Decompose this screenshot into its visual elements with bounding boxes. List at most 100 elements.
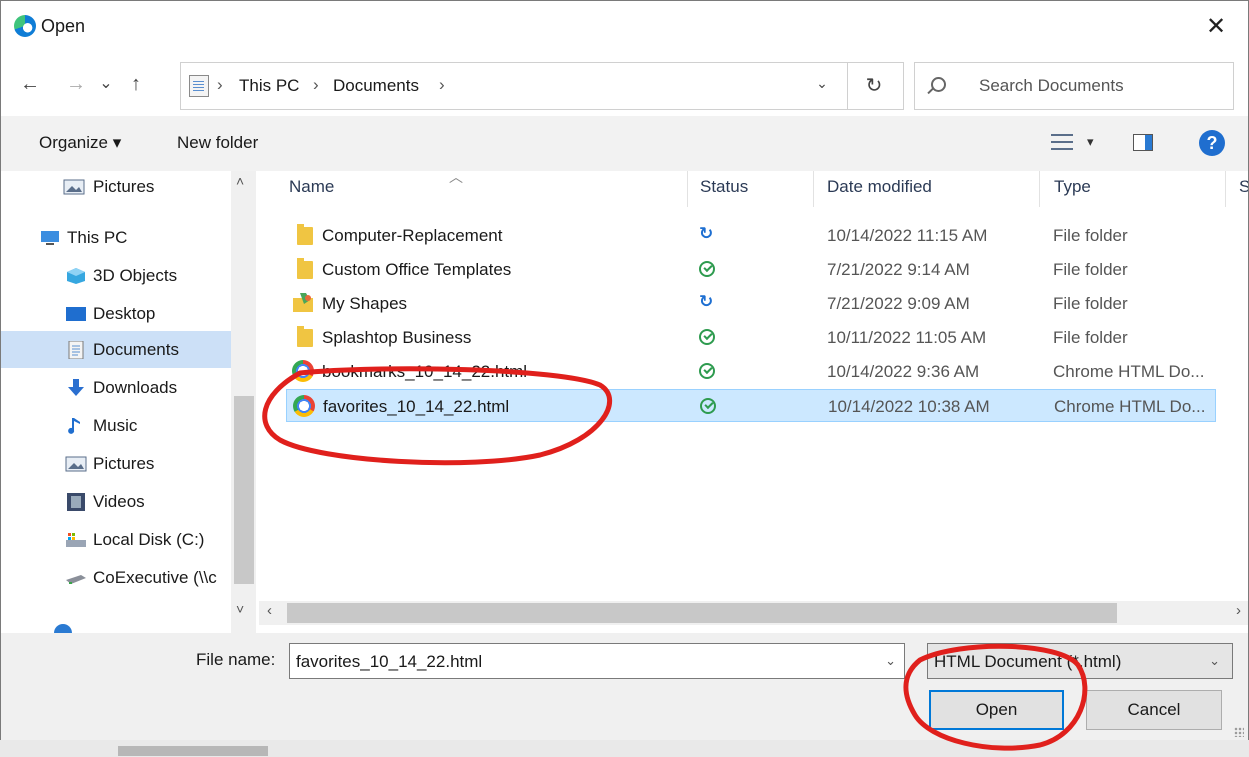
column-header-size[interactable]: S xyxy=(1239,177,1248,197)
scroll-left-icon[interactable]: ‹ xyxy=(267,602,272,619)
cancel-button[interactable]: Cancel xyxy=(1086,690,1222,730)
file-list: ︿ Name Status Date modified Type S Compu… xyxy=(259,169,1248,601)
organize-button[interactable]: Organize ▾ xyxy=(39,133,121,153)
chrome-icon xyxy=(292,360,314,382)
sidebar-item-label: This PC xyxy=(67,228,128,247)
file-row-custom-office-templates[interactable]: Custom Office Templates 7/21/2022 9:14 A… xyxy=(286,253,1216,286)
file-type: File folder xyxy=(1053,226,1128,245)
sidebar-item-label: 3D Objects xyxy=(93,266,178,285)
sidebar-item-label: Pictures xyxy=(93,454,155,473)
sidebar-item-music[interactable]: Music xyxy=(1,407,231,444)
sidebar-item-label: Videos xyxy=(93,492,145,511)
file-name-input[interactable]: favorites_10_14_22.html ⌄ xyxy=(289,643,905,679)
view-options-dropdown-icon[interactable]: ▾ xyxy=(1087,134,1094,150)
scroll-down-icon[interactable]: ˅ xyxy=(236,601,244,617)
close-button[interactable]: ✕ xyxy=(1198,9,1234,45)
sidebar-item-videos[interactable]: Videos xyxy=(1,483,231,520)
scroll-thumb[interactable] xyxy=(234,396,254,584)
open-dialog: Open ✕ ← → ⌄ ↑ › This PC › Documents › ⌄… xyxy=(0,0,1249,742)
column-divider[interactable] xyxy=(813,171,814,207)
scroll-thumb[interactable] xyxy=(287,603,1117,623)
network-drive-icon xyxy=(66,575,86,584)
file-row-favorites[interactable]: favorites_10_14_22.html 10/14/2022 10:38… xyxy=(286,389,1216,422)
column-divider[interactable] xyxy=(1225,171,1226,207)
breadcrumb-separator[interactable]: › xyxy=(217,75,223,95)
network-icon xyxy=(54,624,72,633)
column-header-date-modified[interactable]: Date modified xyxy=(827,177,932,197)
breadcrumb-separator[interactable]: › xyxy=(439,75,445,95)
navigation-pane-scrollbar[interactable]: ˄ ˅ xyxy=(231,171,256,633)
back-button[interactable]: ← xyxy=(15,69,45,99)
folder-icon xyxy=(297,326,313,347)
file-name: bookmarks_10_14_22.html xyxy=(322,362,528,381)
file-name-dropdown-icon[interactable]: ⌄ xyxy=(885,653,896,669)
column-header-name[interactable]: Name xyxy=(289,177,334,197)
column-header-type[interactable]: Type xyxy=(1054,177,1091,197)
file-date: 10/14/2022 10:38 AM xyxy=(828,397,990,416)
sidebar-item-documents[interactable]: Documents xyxy=(1,331,231,368)
pictures-icon xyxy=(63,179,85,195)
scroll-up-icon[interactable]: ˄ xyxy=(236,173,244,189)
file-date: 10/14/2022 11:15 AM xyxy=(827,226,988,245)
edge-icon xyxy=(14,15,36,37)
file-date: 7/21/2022 9:14 AM xyxy=(827,260,970,279)
sidebar-item-local-disk[interactable]: Local Disk (C:) xyxy=(1,521,231,558)
address-dropdown-icon[interactable]: ⌄ xyxy=(812,75,832,92)
sidebar-item-pictures-2[interactable]: Pictures xyxy=(1,445,231,482)
refresh-button[interactable]: ↻ xyxy=(856,71,892,101)
scroll-right-icon[interactable]: › xyxy=(1236,602,1241,619)
column-header-status[interactable]: Status xyxy=(700,177,748,197)
sidebar-item-desktop[interactable]: Desktop xyxy=(1,295,231,332)
resize-grip-icon[interactable] xyxy=(1234,727,1244,737)
file-type-dropdown-icon[interactable]: ⌄ xyxy=(1209,653,1220,669)
sidebar-item-label: Downloads xyxy=(93,378,178,397)
file-type: File folder xyxy=(1053,260,1128,279)
sidebar-item-3d-objects[interactable]: 3D Objects xyxy=(1,257,231,294)
search-box[interactable]: Search Documents xyxy=(914,62,1234,110)
chrome-icon xyxy=(293,395,315,417)
sidebar-item-pictures[interactable]: Pictures xyxy=(1,171,231,205)
column-divider[interactable] xyxy=(1039,171,1040,207)
change-view-icon[interactable] xyxy=(1051,132,1073,152)
desktop-icon xyxy=(66,307,86,321)
file-name-value[interactable]: favorites_10_14_22.html xyxy=(296,652,482,672)
file-name: Splashtop Business xyxy=(322,328,472,347)
file-row-computer-replacement[interactable]: Computer-Replacement ↻ 10/14/2022 11:15 … xyxy=(286,219,1216,252)
sidebar-item-label: Music xyxy=(93,416,138,435)
3d-objects-icon xyxy=(67,268,85,284)
videos-icon xyxy=(67,493,85,511)
sync-status-icon: ↻ xyxy=(699,292,714,311)
title-bar: Open ✕ xyxy=(1,1,1248,57)
file-type: File folder xyxy=(1053,294,1128,313)
dialog-title: Open xyxy=(41,16,86,36)
sidebar-item-this-pc[interactable]: This PC xyxy=(1,219,205,256)
file-row-bookmarks[interactable]: bookmarks_10_14_22.html 10/14/2022 9:36 … xyxy=(286,355,1216,388)
breadcrumb-separator[interactable]: › xyxy=(313,75,319,95)
address-bar[interactable]: › This PC › Documents › ⌄ ↻ xyxy=(180,62,904,110)
help-button[interactable]: ? xyxy=(1199,130,1225,156)
file-row-my-shapes[interactable]: My Shapes ↻ 7/21/2022 9:09 AM File folde… xyxy=(286,287,1216,320)
up-button[interactable]: ↑ xyxy=(121,69,151,99)
new-folder-button[interactable]: New folder xyxy=(177,133,258,153)
open-button[interactable]: Open xyxy=(929,690,1064,730)
search-icon xyxy=(931,77,946,92)
recent-locations-button[interactable]: ⌄ xyxy=(91,69,121,99)
sidebar-item-label: CoExecutive (\\c xyxy=(93,568,217,587)
command-bar: Organize ▾ New folder ▾ ? xyxy=(1,116,1248,171)
column-divider[interactable] xyxy=(687,171,688,207)
forward-button[interactable]: → xyxy=(61,69,91,99)
breadcrumb-this-pc[interactable]: This PC xyxy=(239,76,299,96)
preview-pane-icon[interactable] xyxy=(1133,134,1153,151)
file-type: Chrome HTML Do... xyxy=(1054,397,1206,416)
sidebar-item-coexecutive[interactable]: CoExecutive (\\c xyxy=(1,559,231,596)
file-type: File folder xyxy=(1053,328,1128,347)
file-date: 10/14/2022 9:36 AM xyxy=(827,362,980,381)
file-type-select[interactable]: HTML Document (*.html) ⌄ xyxy=(927,643,1233,679)
folder-icon xyxy=(297,258,313,279)
sidebar-item-downloads[interactable]: Downloads xyxy=(1,369,231,406)
sidebar-item-label: Documents xyxy=(93,340,179,359)
sidebar-item-label: Local Disk (C:) xyxy=(93,530,205,549)
file-row-splashtop-business[interactable]: Splashtop Business 10/11/2022 11:05 AM F… xyxy=(286,321,1216,354)
file-list-horizontal-scrollbar[interactable]: ‹ › xyxy=(259,601,1248,625)
breadcrumb-documents[interactable]: Documents xyxy=(333,76,419,96)
